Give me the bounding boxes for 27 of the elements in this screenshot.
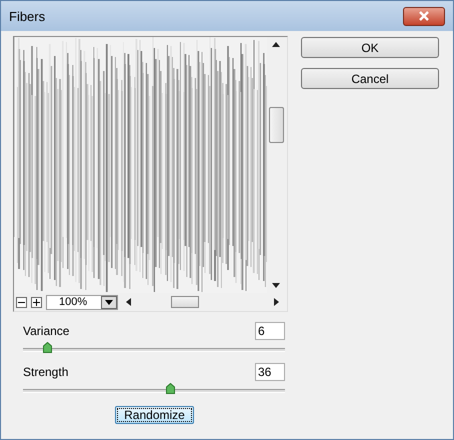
value-field[interactable]: 36 — [255, 363, 285, 381]
slider-thumb[interactable] — [42, 342, 52, 353]
slider-track[interactable] — [23, 342, 285, 353]
plus-icon — [33, 298, 40, 306]
left-arrow-icon — [126, 298, 131, 306]
zoom-dropdown[interactable]: 100% — [46, 294, 118, 310]
up-arrow-icon — [272, 41, 280, 47]
scroll-thumb[interactable] — [171, 296, 199, 308]
slider-thumb[interactable] — [166, 383, 175, 394]
value-field[interactable]: 6 — [255, 322, 285, 340]
scroll-thumb[interactable] — [268, 107, 284, 143]
close-icon — [417, 11, 431, 21]
close-button[interactable] — [403, 6, 445, 26]
window-title: Fibers — [9, 8, 46, 24]
zoom-out-button[interactable] — [16, 296, 27, 308]
dialog-button[interactable]: OK — [301, 37, 439, 58]
right-arrow-icon — [274, 298, 279, 306]
slider-track[interactable] — [23, 383, 285, 394]
zoom-value: 100% — [58, 296, 88, 308]
dropdown-button[interactable] — [101, 296, 117, 308]
slider-label: Variance — [23, 324, 70, 338]
zoom-in-button[interactable] — [31, 296, 42, 308]
dialog-button[interactable]: Cancel — [301, 68, 439, 89]
caret-icon — [105, 300, 113, 304]
randomize-button[interactable]: Randomize — [115, 406, 194, 424]
down-arrow-icon — [272, 283, 280, 289]
slider-label: Strength — [23, 365, 68, 379]
